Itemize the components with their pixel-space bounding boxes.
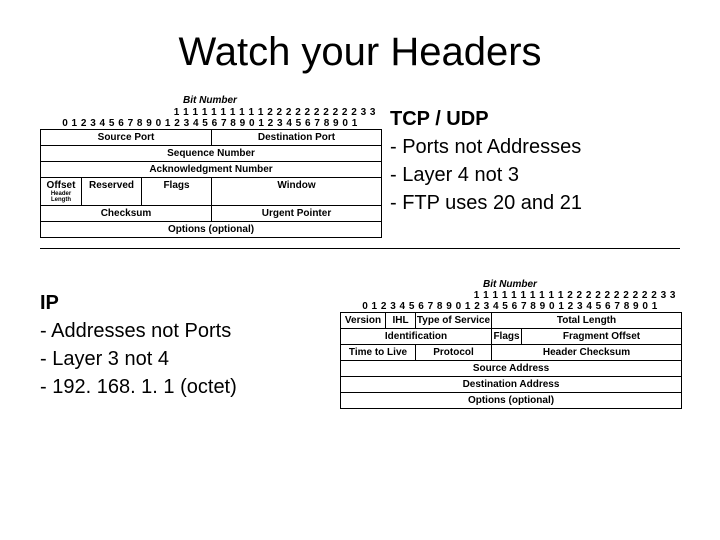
tcp-ack: Acknowledgment Number [41,161,381,177]
tcp-point-2: - FTP uses 20 and 21 [390,189,670,217]
bit-number-label-ip: Bit Number [340,279,680,290]
slide: Watch your Headers Bit Number 1 1 1 1 1 … [0,0,720,540]
divider [40,248,680,249]
ip-point-2: - 192. 168. 1. 1 (octet) [40,373,330,401]
tcp-offset: Offset Header Length [41,177,81,205]
ip-protocol: Protocol [415,344,491,360]
tcp-urgent: Urgent Pointer [211,205,381,221]
tcp-checksum: Checksum [41,205,211,221]
ip-point-0: - Addresses not Ports [40,317,330,345]
ip-tos: Type of Service [415,313,491,328]
ip-grid: Version IHL Type of Service Total Length… [340,312,682,409]
ip-version: Version [341,313,385,328]
ip-heading: IP [40,289,330,317]
tcp-point-1: - Layer 4 not 3 [390,161,670,189]
ip-total-length: Total Length [491,313,681,328]
ip-identification: Identification [341,328,491,344]
tcp-window: Window [211,177,381,205]
bit-numbers-row2: 0 1 2 3 4 5 6 7 8 9 0 1 2 3 4 5 6 7 8 9 … [40,118,380,129]
tcp-flags: Flags [141,177,211,205]
ip-srcaddr: Source Address [341,360,681,376]
tcp-options: Options (optional) [41,221,381,237]
ip-ihl: IHL [385,313,415,328]
ip-header-diagram: Bit Number 1 1 1 1 1 1 1 1 1 1 2 2 2 2 2… [340,279,680,409]
tcp-grid: Source Port Destination Port Sequence Nu… [40,129,382,238]
ip-point-1: - Layer 3 not 4 [40,345,330,373]
tcp-header-diagram: Bit Number 1 1 1 1 1 1 1 1 1 1 2 2 2 2 2… [40,95,380,238]
ip-ttl: Time to Live [341,344,415,360]
ip-options: Options (optional) [341,392,681,408]
ip-fragoff: Fragment Offset [521,328,681,344]
bit-numbers-row1: 1 1 1 1 1 1 1 1 1 1 2 2 2 2 2 2 2 2 2 2 … [40,107,380,118]
ip-checksum: Header Checksum [491,344,681,360]
tcp-source-port: Source Port [41,130,211,145]
ip-dstaddr: Destination Address [341,376,681,392]
ip-text-block: IP - Addresses not Ports - Layer 3 not 4… [40,279,340,411]
ip-flags: Flags [491,328,521,344]
tcp-text-block: TCP / UDP - Ports not Addresses - Layer … [380,95,680,227]
tcp-offset-sub: Header Length [41,191,81,203]
page-title: Watch your Headers [40,30,680,75]
tcp-dest-port: Destination Port [211,130,381,145]
row-ip: IP - Addresses not Ports - Layer 3 not 4… [40,279,680,411]
tcp-offset-label: Offset [47,180,76,191]
tcp-reserved: Reserved [81,177,141,205]
bit-numbers-row1-ip: 1 1 1 1 1 1 1 1 1 1 2 2 2 2 2 2 2 2 2 2 … [340,290,680,301]
bit-numbers-row2-ip: 0 1 2 3 4 5 6 7 8 9 0 1 2 3 4 5 6 7 8 9 … [340,301,680,312]
tcp-point-0: - Ports not Addresses [390,133,670,161]
row-tcp: Bit Number 1 1 1 1 1 1 1 1 1 1 2 2 2 2 2… [40,95,680,238]
tcp-heading: TCP / UDP [390,105,670,133]
bit-number-label: Bit Number [40,95,380,106]
tcp-seq: Sequence Number [41,145,381,161]
